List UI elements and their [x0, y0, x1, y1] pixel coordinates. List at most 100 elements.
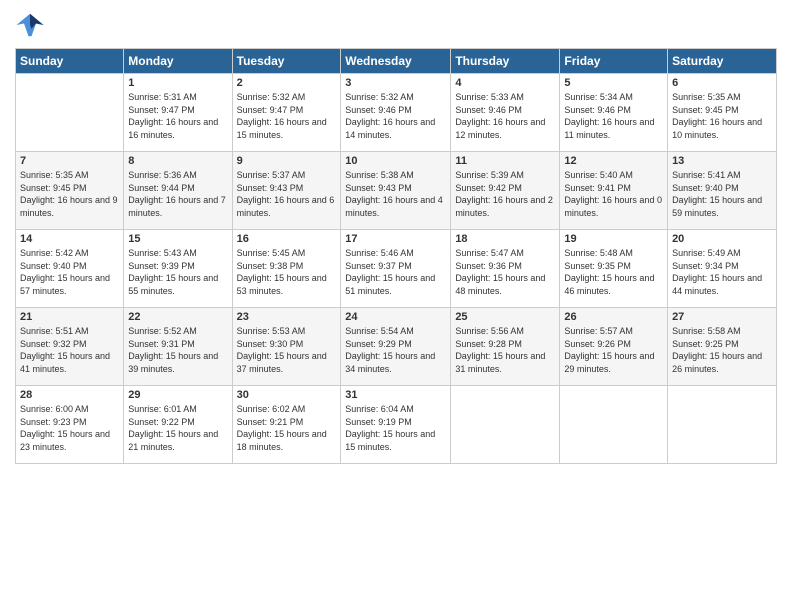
- day-info: Sunrise: 5:51 AMSunset: 9:32 PMDaylight:…: [20, 325, 119, 375]
- day-info: Sunrise: 5:38 AMSunset: 9:43 PMDaylight:…: [345, 169, 446, 219]
- header-row: SundayMondayTuesdayWednesdayThursdayFrid…: [16, 49, 777, 74]
- day-info: Sunrise: 5:43 AMSunset: 9:39 PMDaylight:…: [128, 247, 227, 297]
- logo: [15, 10, 49, 40]
- day-number: 20: [672, 233, 772, 245]
- col-header-sunday: Sunday: [16, 49, 124, 74]
- day-cell: 16 Sunrise: 5:45 AMSunset: 9:38 PMDayligh…: [232, 230, 341, 308]
- day-cell: 3 Sunrise: 5:32 AMSunset: 9:46 PMDaylight…: [341, 74, 451, 152]
- day-cell: [560, 386, 668, 464]
- week-row-3: 14 Sunrise: 5:42 AMSunset: 9:40 PMDayligh…: [16, 230, 777, 308]
- col-header-friday: Friday: [560, 49, 668, 74]
- day-info: Sunrise: 5:48 AMSunset: 9:35 PMDaylight:…: [564, 247, 663, 297]
- day-info: Sunrise: 5:49 AMSunset: 9:34 PMDaylight:…: [672, 247, 772, 297]
- day-info: Sunrise: 5:42 AMSunset: 9:40 PMDaylight:…: [20, 247, 119, 297]
- day-info: Sunrise: 6:04 AMSunset: 9:19 PMDaylight:…: [345, 403, 446, 453]
- col-header-saturday: Saturday: [668, 49, 777, 74]
- day-info: Sunrise: 5:58 AMSunset: 9:25 PMDaylight:…: [672, 325, 772, 375]
- day-number: 5: [564, 77, 663, 89]
- day-info: Sunrise: 5:35 AMSunset: 9:45 PMDaylight:…: [20, 169, 119, 219]
- day-number: 18: [455, 233, 555, 245]
- day-number: 4: [455, 77, 555, 89]
- day-cell: 2Sunrise: 5:32 AMSunset: 9:47 PMDaylight…: [232, 74, 341, 152]
- day-info: Sunrise: 5:35 AMSunset: 9:45 PMDaylight:…: [672, 91, 772, 141]
- day-cell: 18 Sunrise: 5:47 AMSunset: 9:36 PMDayligh…: [451, 230, 560, 308]
- col-header-tuesday: Tuesday: [232, 49, 341, 74]
- day-info: Sunrise: 5:46 AMSunset: 9:37 PMDaylight:…: [345, 247, 446, 297]
- day-cell: 4 Sunrise: 5:33 AMSunset: 9:46 PMDaylight…: [451, 74, 560, 152]
- day-number: 13: [672, 155, 772, 167]
- day-cell: 8 Sunrise: 5:36 AMSunset: 9:44 PMDaylight…: [124, 152, 232, 230]
- day-cell: 19 Sunrise: 5:48 AMSunset: 9:35 PMDayligh…: [560, 230, 668, 308]
- day-number: 19: [564, 233, 663, 245]
- day-cell: 25 Sunrise: 5:56 AMSunset: 9:28 PMDayligh…: [451, 308, 560, 386]
- day-info: Sunrise: 5:56 AMSunset: 9:28 PMDaylight:…: [455, 325, 555, 375]
- day-cell: 23 Sunrise: 5:53 AMSunset: 9:30 PMDayligh…: [232, 308, 341, 386]
- day-cell: 5 Sunrise: 5:34 AMSunset: 9:46 PMDaylight…: [560, 74, 668, 152]
- day-cell: 6 Sunrise: 5:35 AMSunset: 9:45 PMDaylight…: [668, 74, 777, 152]
- day-number: 12: [564, 155, 663, 167]
- day-info: Sunrise: 5:37 AMSunset: 9:43 PMDaylight:…: [237, 169, 337, 219]
- day-cell: 26Sunrise: 5:57 AMSunset: 9:26 PMDayligh…: [560, 308, 668, 386]
- day-number: 23: [237, 311, 337, 323]
- day-info: Sunrise: 5:32 AMSunset: 9:47 PMDaylight:…: [237, 91, 337, 141]
- day-cell: 28 Sunrise: 6:00 AMSunset: 9:23 PMDayligh…: [16, 386, 124, 464]
- day-number: 9: [237, 155, 337, 167]
- day-number: 15: [128, 233, 227, 245]
- day-number: 7: [20, 155, 119, 167]
- day-cell: 22Sunrise: 5:52 AMSunset: 9:31 PMDayligh…: [124, 308, 232, 386]
- day-info: Sunrise: 5:53 AMSunset: 9:30 PMDaylight:…: [237, 325, 337, 375]
- day-info: Sunrise: 5:39 AMSunset: 9:42 PMDaylight:…: [455, 169, 555, 219]
- day-number: 21: [20, 311, 119, 323]
- week-row-5: 28 Sunrise: 6:00 AMSunset: 9:23 PMDayligh…: [16, 386, 777, 464]
- day-number: 28: [20, 389, 119, 401]
- day-info: Sunrise: 5:45 AMSunset: 9:38 PMDaylight:…: [237, 247, 337, 297]
- calendar-table: SundayMondayTuesdayWednesdayThursdayFrid…: [15, 48, 777, 464]
- day-info: Sunrise: 5:33 AMSunset: 9:46 PMDaylight:…: [455, 91, 555, 141]
- day-cell: 9 Sunrise: 5:37 AMSunset: 9:43 PMDaylight…: [232, 152, 341, 230]
- page: SundayMondayTuesdayWednesdayThursdayFrid…: [0, 0, 792, 612]
- day-info: Sunrise: 5:32 AMSunset: 9:46 PMDaylight:…: [345, 91, 446, 141]
- col-header-monday: Monday: [124, 49, 232, 74]
- day-number: 22: [128, 311, 227, 323]
- day-number: 6: [672, 77, 772, 89]
- day-number: 3: [345, 77, 446, 89]
- day-info: Sunrise: 5:31 AMSunset: 9:47 PMDaylight:…: [128, 91, 227, 141]
- header: [15, 10, 777, 40]
- col-header-wednesday: Wednesday: [341, 49, 451, 74]
- day-info: Sunrise: 5:47 AMSunset: 9:36 PMDaylight:…: [455, 247, 555, 297]
- day-cell: 11 Sunrise: 5:39 AMSunset: 9:42 PMDayligh…: [451, 152, 560, 230]
- day-cell: 13Sunrise: 5:41 AMSunset: 9:40 PMDayligh…: [668, 152, 777, 230]
- day-number: 14: [20, 233, 119, 245]
- day-info: Sunrise: 5:54 AMSunset: 9:29 PMDaylight:…: [345, 325, 446, 375]
- day-number: 16: [237, 233, 337, 245]
- day-cell: 31 Sunrise: 6:04 AMSunset: 9:19 PMDayligh…: [341, 386, 451, 464]
- day-info: Sunrise: 5:36 AMSunset: 9:44 PMDaylight:…: [128, 169, 227, 219]
- week-row-4: 21 Sunrise: 5:51 AMSunset: 9:32 PMDayligh…: [16, 308, 777, 386]
- day-cell: 29Sunrise: 6:01 AMSunset: 9:22 PMDayligh…: [124, 386, 232, 464]
- day-cell: [16, 74, 124, 152]
- day-cell: [451, 386, 560, 464]
- day-number: 25: [455, 311, 555, 323]
- day-cell: 1 Sunrise: 5:31 AMSunset: 9:47 PMDaylight…: [124, 74, 232, 152]
- day-info: Sunrise: 6:00 AMSunset: 9:23 PMDaylight:…: [20, 403, 119, 453]
- day-cell: 17Sunrise: 5:46 AMSunset: 9:37 PMDayligh…: [341, 230, 451, 308]
- day-cell: 14 Sunrise: 5:42 AMSunset: 9:40 PMDayligh…: [16, 230, 124, 308]
- day-number: 8: [128, 155, 227, 167]
- week-row-1: 1 Sunrise: 5:31 AMSunset: 9:47 PMDaylight…: [16, 74, 777, 152]
- day-info: Sunrise: 5:34 AMSunset: 9:46 PMDaylight:…: [564, 91, 663, 141]
- day-info: Sunrise: 6:01 AMSunset: 9:22 PMDaylight:…: [128, 403, 227, 453]
- day-number: 31: [345, 389, 446, 401]
- day-cell: 20 Sunrise: 5:49 AMSunset: 9:34 PMDayligh…: [668, 230, 777, 308]
- day-cell: 30Sunrise: 6:02 AMSunset: 9:21 PMDayligh…: [232, 386, 341, 464]
- day-cell: 12Sunrise: 5:40 AMSunset: 9:41 PMDayligh…: [560, 152, 668, 230]
- day-number: 24: [345, 311, 446, 323]
- day-number: 11: [455, 155, 555, 167]
- day-number: 27: [672, 311, 772, 323]
- day-number: 26: [564, 311, 663, 323]
- day-cell: 24 Sunrise: 5:54 AMSunset: 9:29 PMDayligh…: [341, 308, 451, 386]
- day-number: 1: [128, 77, 227, 89]
- day-cell: 10Sunrise: 5:38 AMSunset: 9:43 PMDayligh…: [341, 152, 451, 230]
- col-header-thursday: Thursday: [451, 49, 560, 74]
- day-cell: 7 Sunrise: 5:35 AMSunset: 9:45 PMDaylight…: [16, 152, 124, 230]
- day-cell: 27 Sunrise: 5:58 AMSunset: 9:25 PMDayligh…: [668, 308, 777, 386]
